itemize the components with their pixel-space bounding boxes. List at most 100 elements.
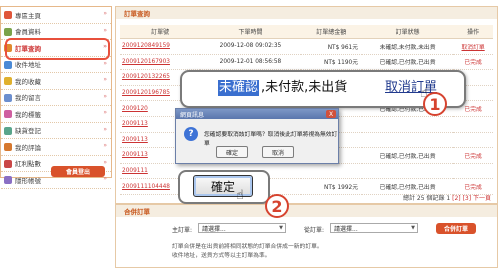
chevron-right-icon: » (103, 125, 107, 133)
order-status (362, 132, 454, 149)
sidebar-item-reviews[interactable]: 我的評論 » (1, 139, 111, 156)
main-order-label: 主訂單: (172, 227, 193, 234)
sidebar-item-label: 我的標籤 (15, 110, 41, 119)
sidebar-item-label: 收件地址 (15, 61, 41, 70)
bonus-icon (4, 159, 12, 168)
chevron-right-icon: » (103, 92, 107, 100)
order-amount: NT$ 1190元 (300, 54, 362, 71)
chevron-right-icon: » (103, 142, 107, 149)
sidebar-item-label: 我的評論 (15, 143, 41, 152)
merge-note-line1: 訂單合併是在出貨前將相同狀態的訂單合併成一新的訂單。 (172, 244, 323, 250)
sidebar-item-home[interactable]: 專區主頁 » (1, 7, 111, 24)
order-time: 2009-12-01 08:56:58 (200, 54, 301, 71)
table-row: 2009111 (120, 163, 493, 180)
comment-icon (4, 143, 12, 151)
dialog-confirm-button[interactable]: 確定 (216, 146, 248, 158)
order-id-link[interactable]: 2009120849159 (120, 38, 201, 55)
order-amount: NT$ 1992元 (300, 178, 362, 195)
column-header: 下單時間 (200, 25, 301, 39)
column-header: 訂單總金額 (300, 25, 362, 39)
table-row: 2009120167903 2009-12-01 08:56:58 NT$ 11… (120, 54, 493, 71)
merge-note-line2: 收件地址，送貨方式等以主訂單為準。 (172, 253, 271, 259)
sidebar-item-label: 紅利點數 (15, 160, 41, 169)
order-action: 已完成 (453, 54, 493, 71)
order-action: 已完成 (453, 147, 493, 164)
chevron-right-icon: » (103, 158, 107, 166)
sidebar-item-tags[interactable]: 我的標籤 » (1, 106, 111, 123)
user-icon (4, 27, 12, 36)
order-status: 已確認,已付款,已出貨 (362, 147, 454, 164)
chevron-right-icon: » (103, 76, 107, 83)
sidebar-item-label: 專區主頁 (15, 11, 41, 20)
order-status: 未確認,未付款,未出貨 (362, 38, 454, 55)
star-icon (4, 77, 12, 85)
order-amount: NT$ 961元 (300, 38, 362, 55)
confirm-button-zoomed[interactable]: 確定 (193, 175, 253, 197)
column-header: 訂單號 (120, 25, 201, 39)
sidebar-item-label: 隱形帳號 (15, 176, 41, 185)
next-page-link[interactable]: 下一頁 (473, 195, 491, 202)
order-amount (300, 163, 362, 180)
page-link-3[interactable]: [3] (463, 195, 472, 202)
chevron-down-icon: ▼ (411, 225, 415, 231)
member-sidebar: 專區主頁 » 會員資料 » 訂單查詢 » 收件地址 » 我的收藏 » 我的留言 … (0, 6, 112, 189)
merge-controls: 主訂單: 請選擇... ▼ 從訂單: 請選擇... ▼ 合併訂單 (116, 223, 497, 235)
chevron-right-icon: » (103, 26, 107, 34)
merge-orders-button[interactable]: 合併訂單 (436, 223, 476, 234)
question-icon: ? (184, 127, 198, 141)
table-row: 2009120849159 2009-12-08 09:02:35 NT$ 96… (120, 38, 493, 55)
tag-icon (4, 110, 12, 118)
column-header: 訂單狀態 (362, 25, 454, 39)
dialog-message: 您確認要取消該訂單嗎？取消後此訂單將視為無效訂單 (204, 132, 338, 147)
order-status (362, 163, 454, 180)
order-action (453, 116, 493, 133)
confirm-dialog: 網頁訊息 X ? 您確認要取消該訂單嗎？取消後此訂單將視為無效訂單 確定 取消 (175, 108, 339, 164)
main-order-select[interactable]: 請選擇... ▼ (198, 223, 286, 233)
main-order-value: 請選擇... (202, 225, 226, 233)
sidebar-item-messages[interactable]: 我的留言 » (1, 90, 111, 106)
order-time: 2009-12-08 09:02:35 (200, 38, 301, 55)
order-status (362, 116, 454, 133)
merge-title: 合併訂單 (116, 205, 497, 217)
sidebar-item-label: 缺貨登記 (15, 127, 41, 136)
hand-cursor-icon: ☝ (236, 188, 244, 203)
sidebar-item-backorder[interactable]: 缺貨登記 » (1, 123, 111, 139)
chevron-right-icon: » (103, 10, 107, 17)
order-id-link[interactable]: 2009120167903 (120, 54, 201, 71)
sidebar-item-label: 我的收藏 (15, 77, 41, 86)
sub-order-select[interactable]: 請選擇... ▼ (330, 223, 418, 233)
selected-status-text: 未確認 (218, 80, 260, 96)
record-count: 總計 25 個記錄 (403, 195, 445, 202)
panel-title: 訂單查詢 (116, 7, 497, 19)
page-link-2[interactable]: [2] (452, 195, 461, 202)
sidebar-item-label: 會員資料 (15, 28, 41, 37)
step-1-badge: 1 (423, 92, 447, 116)
active-item-highlight (5, 38, 110, 60)
chevron-right-icon: » (103, 59, 107, 67)
pagination: 總計 25 個記錄 1 [2] [3] 下一頁 (403, 193, 491, 202)
column-header: 操作 (453, 25, 493, 39)
merge-orders-panel: 合併訂單 主訂單: 請選擇... ▼ 從訂單: 請選擇... ▼ 合併訂單 訂單… (115, 204, 498, 268)
account-icon (4, 176, 12, 184)
sub-order-value: 請選擇... (334, 225, 358, 233)
dialog-title: 網頁訊息 (176, 109, 338, 119)
step-2-badge: 2 (265, 194, 289, 218)
chevron-down-icon: ▼ (279, 225, 283, 231)
sidebar-item-label: 我的留言 (15, 94, 41, 103)
order-action (453, 163, 493, 180)
page-current: 1 (446, 195, 451, 202)
cancel-order-link[interactable]: 取消訂單 (453, 38, 493, 55)
logout-button[interactable]: 會員登出 (51, 166, 105, 177)
close-icon[interactable]: X (326, 110, 336, 118)
sub-order-label: 從訂單: (304, 227, 325, 234)
clipboard-icon (4, 126, 12, 135)
order-action (453, 132, 493, 149)
chevron-right-icon: » (103, 109, 107, 116)
dialog-cancel-button[interactable]: 取消 (262, 146, 294, 158)
home-icon (4, 11, 12, 19)
sidebar-item-favorites[interactable]: 我的收藏 » (1, 73, 111, 90)
order-status: 已確認,已付款,已出貨 (362, 54, 454, 71)
address-icon (4, 60, 12, 69)
status-text-rest: ,未付款,未出貨 (261, 80, 348, 95)
message-icon (4, 93, 12, 102)
